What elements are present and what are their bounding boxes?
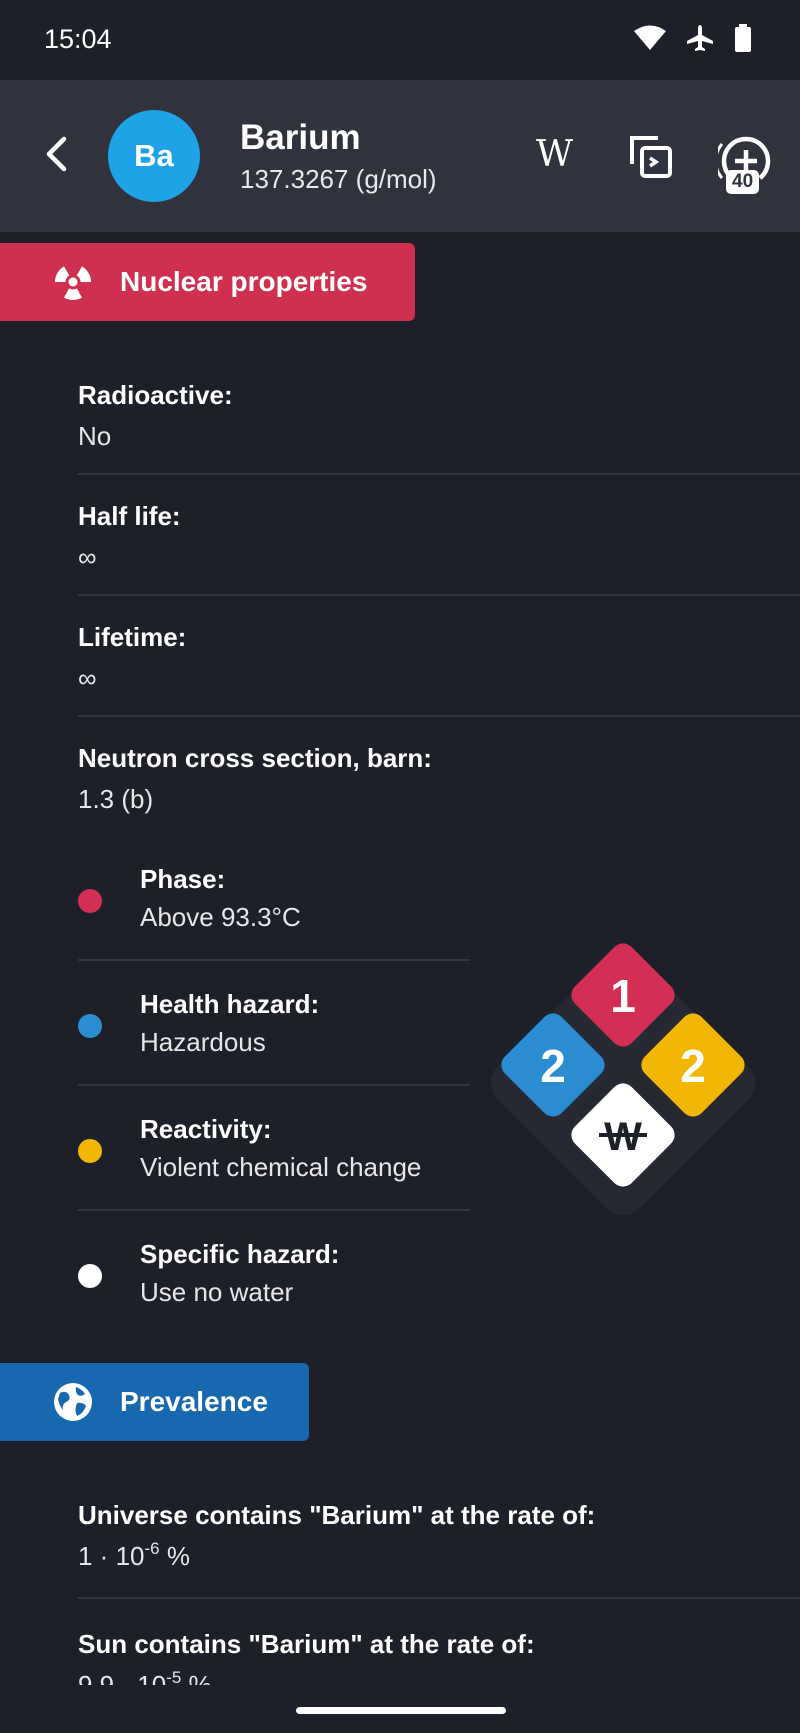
- specific-dot: [78, 1264, 102, 1288]
- back-button[interactable]: [36, 132, 76, 180]
- divider: [78, 1597, 800, 1599]
- battery-icon: [734, 24, 752, 52]
- health-dot: [78, 1014, 102, 1038]
- prop-label: Sun contains "Barium" at the rate of:: [78, 1629, 535, 1659]
- prop-half-life: Half life: ∞: [78, 501, 800, 573]
- hazard-label: Health hazard:: [140, 989, 320, 1019]
- prop-label: Universe contains "Barium" at the rate o…: [78, 1500, 596, 1530]
- prop-neutron-cross-section: Neutron cross section, barn: 1.3 (b): [78, 743, 800, 815]
- divider: [78, 473, 800, 475]
- prop-lifetime: Lifetime: ∞: [78, 622, 800, 694]
- back-arrow-icon: [44, 136, 68, 177]
- status-icons: [634, 24, 752, 52]
- status-bar: 15:04: [0, 0, 800, 80]
- element-name: Barium: [240, 118, 361, 157]
- hazard-label: Phase:: [140, 864, 226, 894]
- prop-label: Radioactive:: [78, 380, 233, 410]
- divider: [78, 1209, 470, 1211]
- prop-radioactive: Radioactive: No: [78, 380, 800, 452]
- nuclear-properties-label: Nuclear properties: [120, 266, 368, 297]
- value-exponent: -6: [144, 1539, 160, 1558]
- hazard-specific: Specific hazard: Use no water: [78, 1239, 470, 1319]
- wifi-icon: [634, 25, 666, 51]
- prop-value: 1 · 10-6 %: [78, 1539, 800, 1572]
- hazard-value: Hazardous: [140, 1027, 266, 1057]
- hazard-value: Violent chemical change: [140, 1152, 422, 1182]
- value-mantissa: 1 · 10: [78, 1541, 145, 1571]
- prop-value: No: [78, 421, 112, 451]
- flammability-value: 1: [610, 970, 636, 1022]
- divider: [78, 959, 470, 961]
- hazard-reactivity: Reactivity: Violent chemical change: [78, 1114, 470, 1194]
- wikipedia-button[interactable]: W: [536, 134, 573, 175]
- prop-label: Neutron cross section, barn:: [78, 743, 432, 773]
- reactivity-value: 2: [680, 1040, 706, 1092]
- nfpa-diamond: 1 2 2 W: [478, 938, 768, 1228]
- hazard-phase: Phase: Above 93.3°C: [78, 864, 470, 944]
- divider: [78, 1084, 470, 1086]
- prevalence-label: Prevalence: [120, 1386, 268, 1417]
- value-unit: %: [159, 1541, 190, 1571]
- hazard-value: Use no water: [140, 1277, 294, 1307]
- flammability-dot: [78, 889, 102, 913]
- radioactive-icon: [52, 261, 94, 303]
- airplane-icon: [686, 24, 714, 52]
- nuclear-properties-header[interactable]: Nuclear properties: [0, 243, 415, 321]
- prop-label: Lifetime:: [78, 622, 187, 652]
- prevalence-header[interactable]: Prevalence: [0, 1363, 309, 1441]
- app-bar: Ba Barium 137.3267 (g/mol) W 40: [0, 80, 800, 232]
- divider: [78, 715, 800, 717]
- divider: [78, 594, 800, 596]
- prop-value: ∞: [78, 542, 97, 572]
- status-time: 15:04: [44, 24, 112, 54]
- hazard-value: Above 93.3°C: [140, 902, 301, 932]
- element-mass: 137.3267 (g/mol): [240, 164, 437, 194]
- hazard-label: Reactivity:: [140, 1114, 272, 1144]
- prop-label: Half life:: [78, 501, 181, 531]
- globe-icon: [52, 1381, 94, 1423]
- health-value: 2: [540, 1040, 566, 1092]
- add-count-badge: 40: [726, 170, 760, 194]
- hazard-label: Specific hazard:: [140, 1239, 340, 1269]
- prop-value: 1.3 (b): [78, 784, 154, 814]
- reactivity-dot: [78, 1139, 102, 1163]
- hazard-health: Health hazard: Hazardous: [78, 989, 470, 1069]
- home-indicator[interactable]: [296, 1707, 506, 1714]
- prop-universe-rate: Universe contains "Barium" at the rate o…: [78, 1500, 800, 1572]
- compare-icon: [628, 136, 674, 184]
- prop-value: ∞: [78, 663, 97, 693]
- element-avatar: Ba: [108, 110, 200, 202]
- compare-button[interactable]: [628, 134, 674, 180]
